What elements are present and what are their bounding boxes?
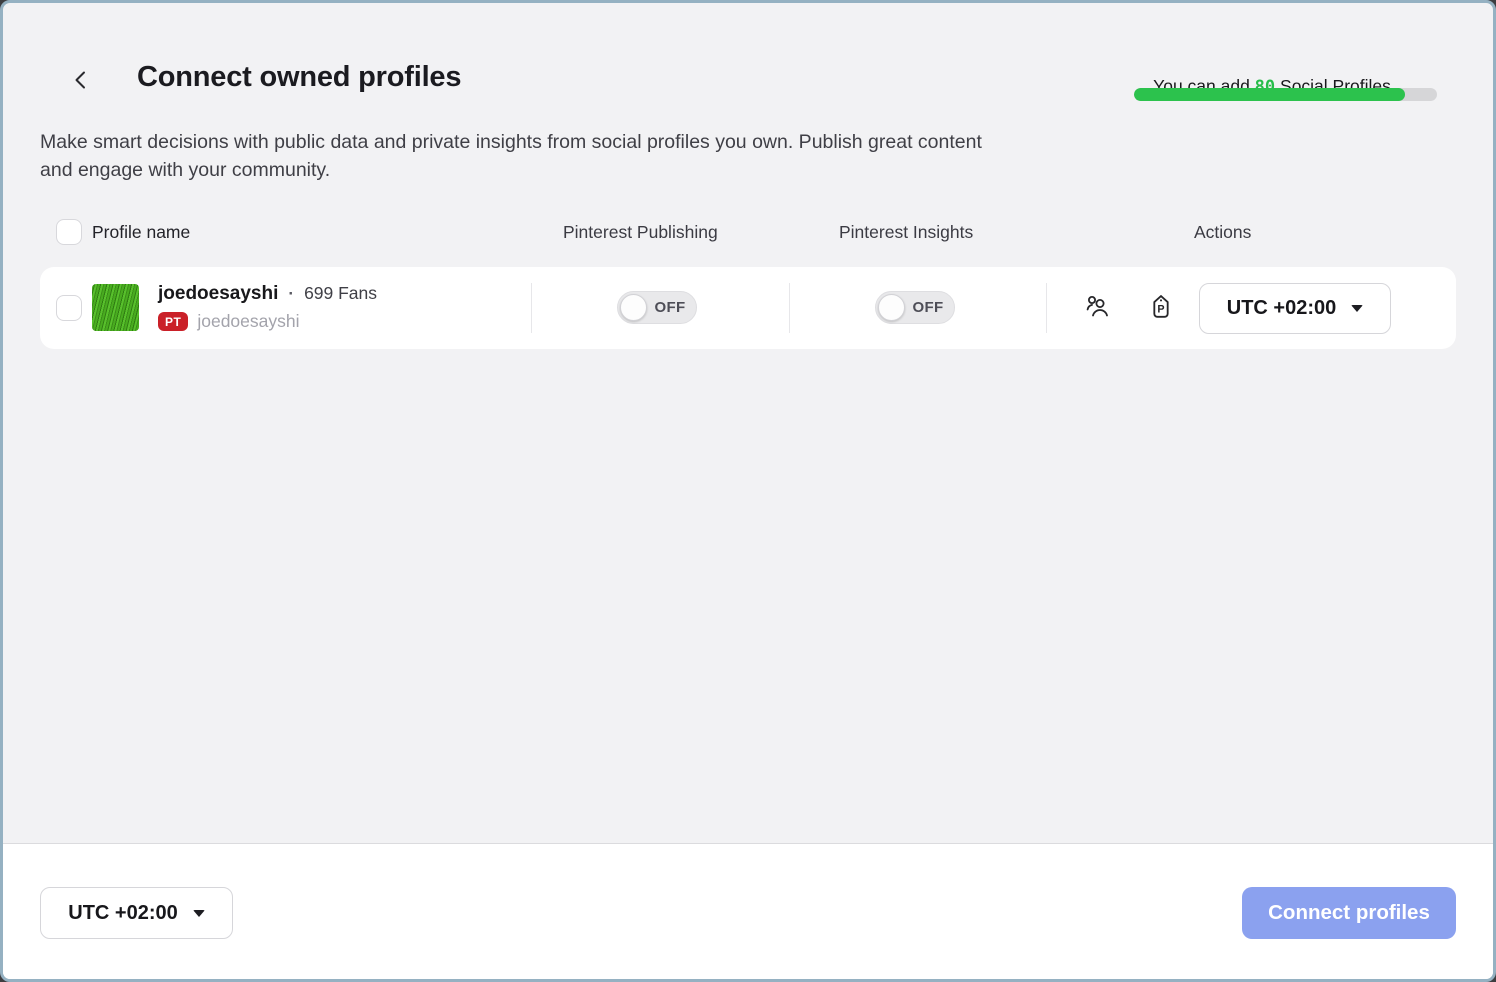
column-header-pinterest-insights: Pinterest Insights [839, 222, 973, 243]
profile-name: joedoesayshi [158, 283, 278, 305]
footer-bar: UTC +02:00 Connect profiles [3, 843, 1493, 979]
row-checkbox[interactable] [56, 295, 82, 321]
toggle-state-label: OFF [905, 299, 954, 316]
separator-dot: · [288, 284, 294, 304]
page-description: Make smart decisions with public data an… [40, 128, 985, 184]
timezone-value: UTC +02:00 [68, 902, 178, 925]
column-divider [789, 283, 790, 333]
row-timezone-dropdown[interactable]: UTC +02:00 [1199, 283, 1391, 334]
quota-text: You can add 80 Social Profiles [1134, 55, 1391, 118]
svg-text:P: P [1157, 303, 1164, 315]
tag-p-icon: P [1147, 293, 1175, 324]
back-button[interactable] [63, 63, 99, 99]
footer-timezone-dropdown[interactable]: UTC +02:00 [40, 887, 233, 939]
column-header-profile-name: Profile name [92, 222, 190, 243]
profile-name-line: joedoesayshi · 699 Fans [158, 283, 377, 305]
network-badge-pinterest: PT [158, 312, 188, 331]
select-all-checkbox[interactable] [56, 219, 82, 245]
toggle-knob [620, 294, 647, 321]
users-icon [1083, 293, 1111, 324]
page-title: Connect owned profiles [137, 61, 461, 94]
column-header-actions: Actions [1194, 222, 1251, 243]
fans-count: 699 Fans [304, 283, 377, 304]
toggle-knob [878, 294, 905, 321]
pinterest-tag-button[interactable]: P [1144, 291, 1178, 325]
quota-progress-track [1134, 88, 1437, 101]
column-divider [1046, 283, 1047, 333]
quota-progress-fill [1134, 88, 1405, 101]
timezone-value: UTC +02:00 [1227, 297, 1337, 320]
pinterest-publishing-toggle[interactable]: OFF [617, 291, 697, 324]
connect-profiles-button[interactable]: Connect profiles [1242, 887, 1456, 939]
connect-profiles-dialog: Connect owned profiles You can add 80 So… [0, 0, 1496, 982]
profile-avatar [92, 284, 139, 331]
assign-users-button[interactable] [1080, 291, 1114, 325]
profile-handle: joedoesayshi [197, 311, 299, 332]
chevron-left-icon [69, 68, 93, 95]
toggle-state-label: OFF [647, 299, 696, 316]
chevron-down-icon [1351, 305, 1363, 312]
column-divider [531, 283, 532, 333]
profile-handle-line: PT joedoesayshi [158, 311, 300, 332]
pinterest-insights-toggle[interactable]: OFF [875, 291, 955, 324]
chevron-down-icon [193, 910, 205, 917]
column-header-pinterest-publishing: Pinterest Publishing [563, 222, 718, 243]
profile-row: joedoesayshi · 699 Fans PT joedoesayshi … [40, 267, 1456, 349]
